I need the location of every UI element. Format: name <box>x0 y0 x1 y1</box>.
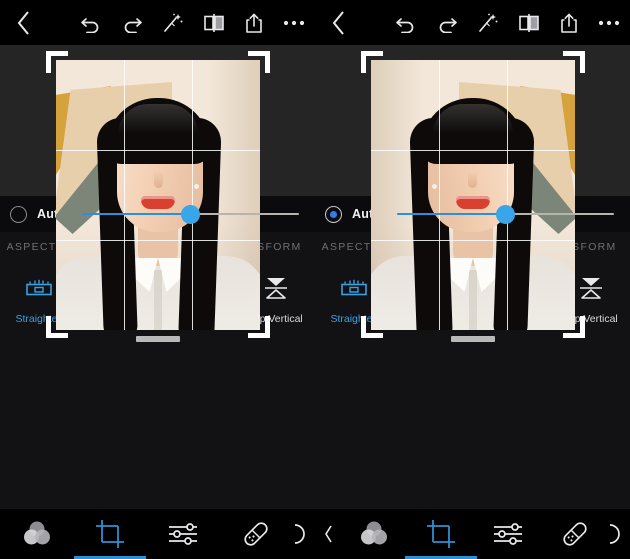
slider-fill <box>397 213 506 215</box>
compare-before-after-icon[interactable] <box>518 13 540 33</box>
top-toolbar <box>0 0 315 45</box>
nav-overflow-partial[interactable] <box>608 509 630 559</box>
bottom-nav <box>315 509 630 559</box>
dual-panel-screenshot: Auto ASPECT RATIO ROTATE TRANSFORM Strai… <box>0 0 630 559</box>
more-options-icon[interactable] <box>598 19 620 27</box>
image-canvas[interactable] <box>0 45 315 342</box>
image-canvas[interactable] <box>315 45 630 342</box>
heal-bandage-icon <box>559 518 591 550</box>
slider-thumb[interactable] <box>181 204 201 224</box>
nav-looks[interactable] <box>341 509 408 559</box>
chevron-left-icon <box>16 10 31 36</box>
color-circles-icon <box>19 519 55 549</box>
toolbar-actions <box>395 0 620 45</box>
crop-frame[interactable] <box>361 51 585 342</box>
crop-handle-bottom-left[interactable] <box>361 316 383 338</box>
straighten-slider[interactable] <box>397 204 614 224</box>
nav-crop[interactable] <box>405 509 478 559</box>
photo-preview <box>371 60 575 330</box>
top-toolbar <box>315 0 630 45</box>
slider-thumb[interactable] <box>496 204 516 224</box>
auto-radio[interactable] <box>325 205 342 223</box>
crop-handle-bottom-right[interactable] <box>248 316 270 338</box>
bottom-nav <box>0 509 315 559</box>
nav-overflow-partial[interactable] <box>293 509 315 559</box>
nav-heal[interactable] <box>220 509 293 559</box>
auto-radio[interactable] <box>10 205 27 223</box>
nav-looks[interactable] <box>0 509 73 559</box>
heal-bandage-icon <box>240 518 272 550</box>
nav-adjust[interactable] <box>147 509 220 559</box>
nav-adjust[interactable] <box>475 509 542 559</box>
undo-icon[interactable] <box>80 13 102 33</box>
nav-back-chevron[interactable] <box>323 509 334 559</box>
nav-heal[interactable] <box>541 509 608 559</box>
more-options-icon[interactable] <box>283 19 305 27</box>
crop-handle-top-right[interactable] <box>248 51 270 73</box>
crop-handle-bottom-right[interactable] <box>563 316 585 338</box>
crop-handle-top-left[interactable] <box>46 51 68 73</box>
magic-wand-icon[interactable] <box>477 12 499 34</box>
crop-handle-bottom-left[interactable] <box>46 316 68 338</box>
crop-frame[interactable] <box>46 51 270 342</box>
back-button[interactable] <box>16 0 31 45</box>
crop-handle-bottom-edge[interactable] <box>136 336 180 342</box>
magic-wand-icon[interactable] <box>162 12 184 34</box>
compare-before-after-icon[interactable] <box>203 13 225 33</box>
straighten-slider[interactable] <box>82 204 299 224</box>
partial-icon <box>609 521 629 547</box>
toolbar-actions <box>80 0 305 45</box>
partial-icon <box>294 521 314 547</box>
redo-icon[interactable] <box>121 13 143 33</box>
right-panel: Auto ASPECT RATIO ROTATE TRANSFORM Strai… <box>315 0 630 559</box>
crop-handle-top-left[interactable] <box>361 51 383 73</box>
chevron-left-icon <box>331 10 346 36</box>
left-panel: Auto ASPECT RATIO ROTATE TRANSFORM Strai… <box>0 0 315 559</box>
undo-icon[interactable] <box>395 13 417 33</box>
adjust-sliders-icon <box>491 520 525 548</box>
adjust-sliders-icon <box>166 520 200 548</box>
slider-fill <box>82 213 191 215</box>
crop-handle-bottom-edge[interactable] <box>451 336 495 342</box>
panel-spacer <box>315 358 630 509</box>
redo-icon[interactable] <box>436 13 458 33</box>
nav-crop[interactable] <box>73 509 146 559</box>
share-icon[interactable] <box>559 12 579 34</box>
photo-preview <box>56 60 260 330</box>
crop-handle-top-right[interactable] <box>563 51 585 73</box>
share-icon[interactable] <box>244 12 264 34</box>
panel-spacer <box>0 358 315 509</box>
crop-icon <box>94 518 126 550</box>
color-circles-icon <box>356 519 392 549</box>
back-button[interactable] <box>331 0 346 45</box>
crop-icon <box>425 518 457 550</box>
